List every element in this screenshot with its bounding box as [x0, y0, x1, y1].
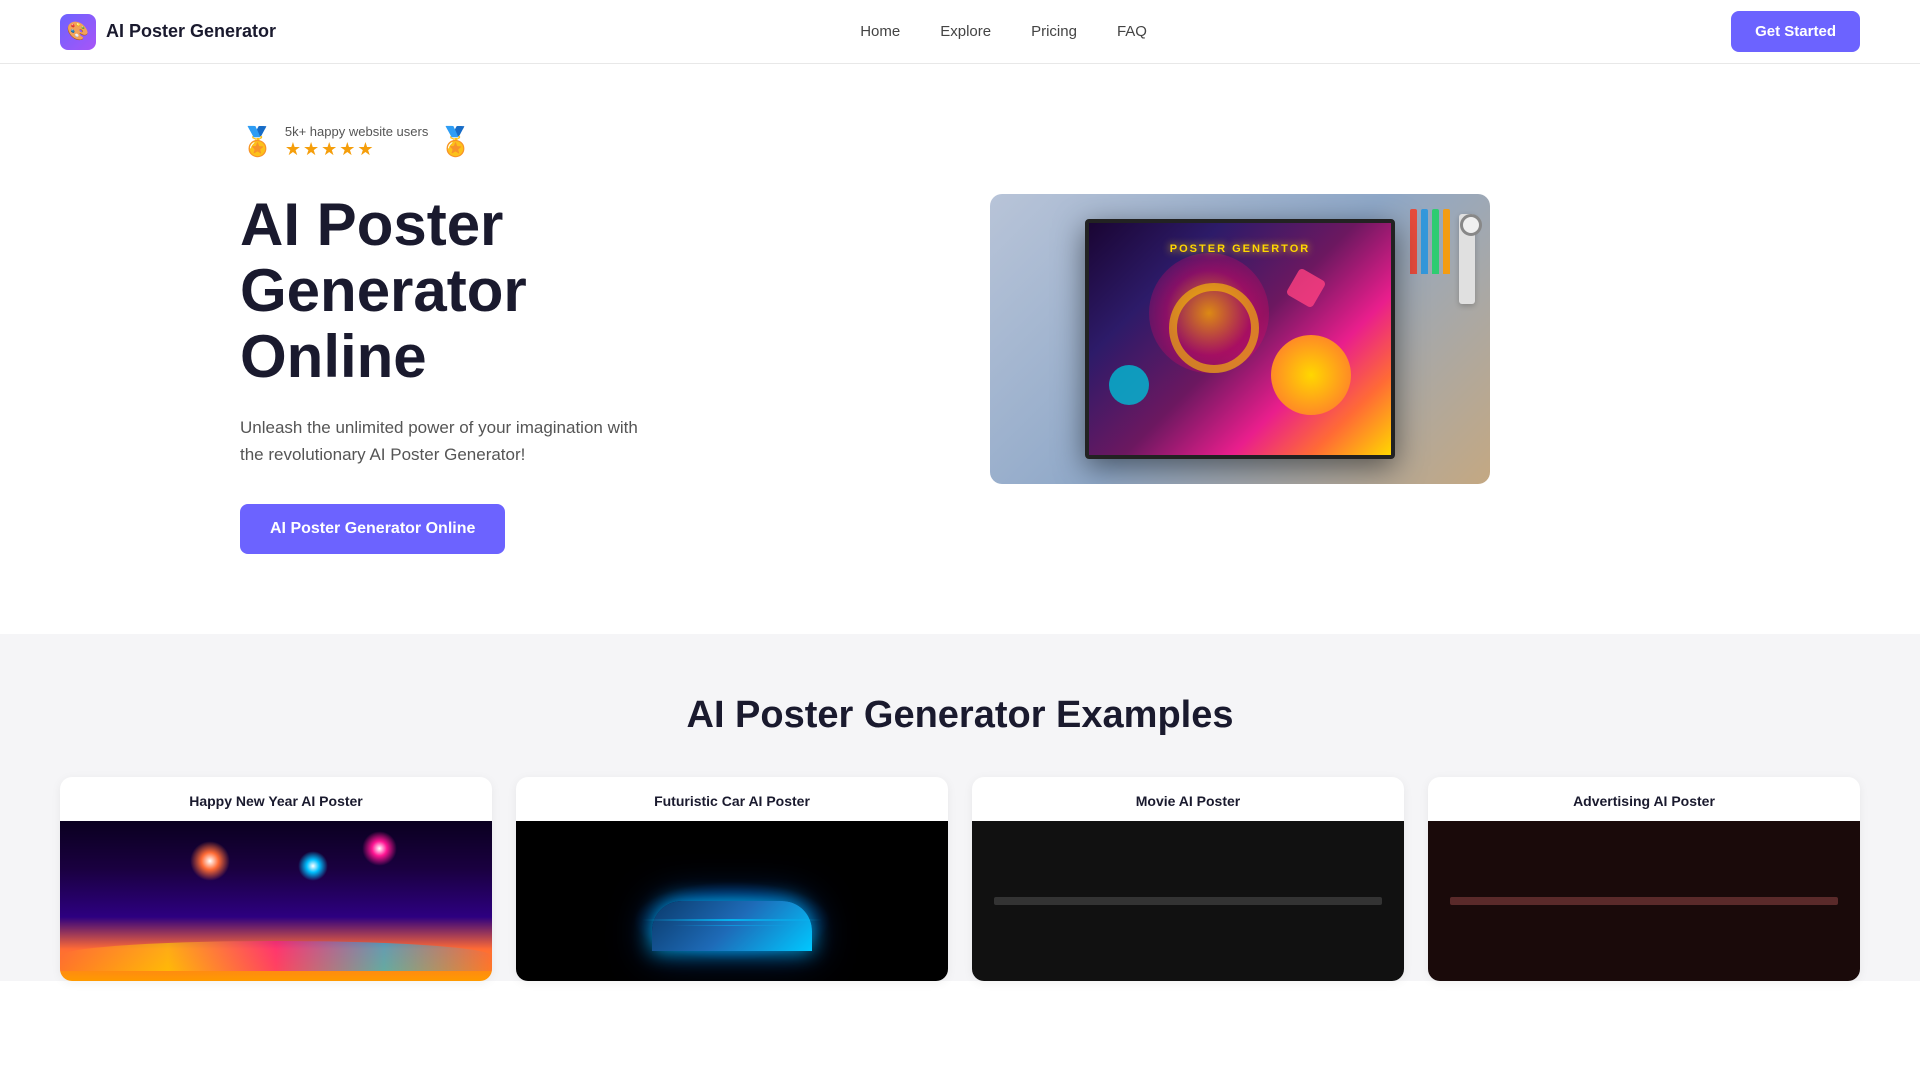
nav-explore[interactable]: Explore — [940, 23, 991, 40]
nav-links: Home Explore Pricing FAQ — [860, 23, 1147, 41]
movie-bar — [994, 897, 1383, 905]
card-image-new-year — [60, 821, 492, 981]
firework-3 — [362, 831, 397, 866]
logo-icon: 🎨 — [60, 14, 96, 50]
logo-text: AI Poster Generator — [106, 21, 276, 42]
card-title-movie: Movie AI Poster — [972, 777, 1404, 821]
example-card-new-year: Happy New Year AI Poster — [60, 777, 492, 981]
hero-image: POSTER GENERTOR — [990, 194, 1490, 484]
nav-pricing[interactable]: Pricing — [1031, 23, 1077, 40]
examples-title: AI Poster Generator Examples — [60, 694, 1860, 737]
ad-bar — [1450, 897, 1839, 905]
card-title-new-year: Happy New Year AI Poster — [60, 777, 492, 821]
card-image-advertising — [1428, 821, 1860, 981]
poster-title-text: POSTER GENERTOR — [1170, 243, 1310, 255]
card-title-car: Futuristic Car AI Poster — [516, 777, 948, 821]
nav-home[interactable]: Home — [860, 23, 900, 40]
example-card-car: Futuristic Car AI Poster — [516, 777, 948, 981]
firework-1 — [190, 841, 230, 881]
nav-get-started-button[interactable]: Get Started — [1731, 11, 1860, 52]
laurel-left-icon: 🏅 — [240, 128, 275, 156]
advertising-image — [1428, 821, 1860, 981]
circle-tool — [1460, 214, 1482, 236]
hero-image-area: POSTER GENERTOR — [720, 194, 1760, 484]
card-image-movie — [972, 821, 1404, 981]
badge-info: 5k+ happy website users ★★★★★ — [285, 124, 428, 160]
ground-lights — [60, 941, 492, 971]
nav-logo: 🎨 AI Poster Generator — [60, 14, 276, 50]
card-image-car — [516, 821, 948, 981]
star-rating: ★★★★★ — [285, 139, 428, 160]
examples-section: AI Poster Generator Examples Happy New Y… — [0, 634, 1920, 981]
poster-mock: POSTER GENERTOR — [1085, 219, 1395, 459]
hero-title: AI Poster Generator Online — [240, 192, 660, 390]
hero-section: 🏅 5k+ happy website users ★★★★★ 🏅 AI Pos… — [0, 64, 1920, 634]
example-card-advertising: Advertising AI Poster — [1428, 777, 1860, 981]
car-image — [516, 821, 948, 981]
example-card-movie: Movie AI Poster — [972, 777, 1404, 981]
hero-cta-button[interactable]: AI Poster Generator Online — [240, 504, 505, 554]
navbar: 🎨 AI Poster Generator Home Explore Prici… — [0, 0, 1920, 64]
hero-badge: 🏅 5k+ happy website users ★★★★★ 🏅 — [240, 124, 660, 160]
car-body — [652, 901, 812, 951]
firework-2 — [298, 851, 328, 881]
card-title-advertising: Advertising AI Poster — [1428, 777, 1860, 821]
hero-subtitle: Unleash the unlimited power of your imag… — [240, 414, 660, 468]
new-year-image — [60, 821, 492, 981]
movie-image — [972, 821, 1404, 981]
nav-faq[interactable]: FAQ — [1117, 23, 1147, 40]
pencils — [1410, 209, 1450, 274]
laurel-right-icon: 🏅 — [438, 128, 473, 156]
examples-grid: Happy New Year AI Poster Futuristic Car … — [60, 777, 1860, 981]
badge-users-text: 5k+ happy website users — [285, 124, 428, 139]
hero-content: 🏅 5k+ happy website users ★★★★★ 🏅 AI Pos… — [240, 124, 660, 554]
